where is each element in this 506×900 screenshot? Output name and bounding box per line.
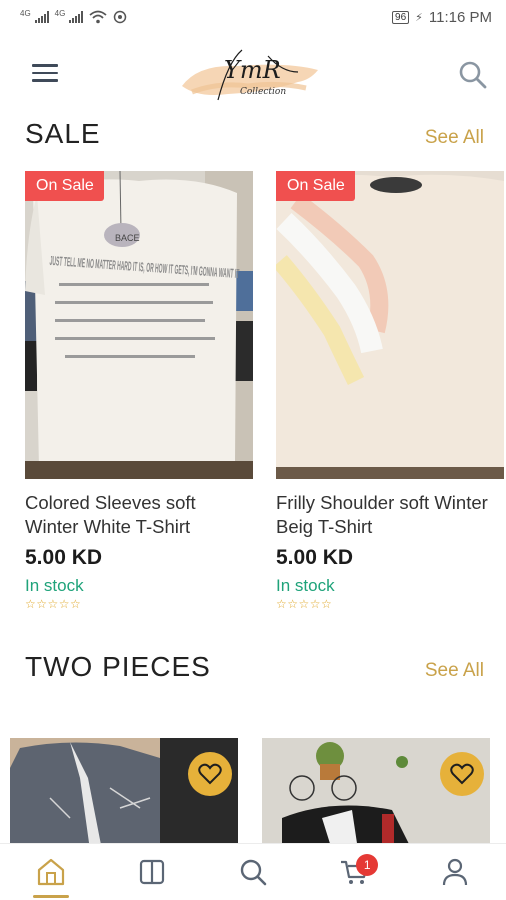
home-icon <box>37 858 64 886</box>
product-card[interactable] <box>10 738 238 850</box>
two-pieces-see-all-link[interactable]: See All <box>425 660 484 682</box>
profile-icon <box>443 858 468 886</box>
rating-stars: ☆☆☆☆☆ <box>276 597 333 611</box>
app-bar: YmR Collection <box>0 34 506 114</box>
product-card[interactable]: On Sale Frilly Shoulder soft Winter Beig… <box>276 171 504 611</box>
on-sale-badge: On Sale <box>25 171 104 201</box>
battery-icon: 96 <box>392 10 410 24</box>
product-price: 5.00 KD <box>276 546 354 569</box>
search-icon[interactable] <box>458 60 488 90</box>
product-card[interactable]: BACE JUST TELL ME NO MATTER HARD IT IS, … <box>25 171 253 611</box>
product-image[interactable]: BACE JUST TELL ME NO MATTER HARD IT IS, … <box>25 171 253 479</box>
hang-tag-text: BACE <box>115 233 140 243</box>
network-type-1: 4G <box>20 9 31 18</box>
signal-icon <box>69 11 84 23</box>
nav-profile[interactable] <box>405 844 506 900</box>
status-right: 96 ⚡ 11:16 PM <box>392 9 492 26</box>
hotspot-icon <box>114 10 127 24</box>
product-price: 5.00 KD <box>25 546 103 569</box>
product-name[interactable]: Frilly Shoulder soft Winter Beig T-Shirt <box>276 491 504 539</box>
bottom-navigation: 1 <box>0 843 506 900</box>
nav-cart[interactable]: 1 <box>304 844 405 900</box>
wifi-icon <box>89 10 107 24</box>
charging-icon: ⚡ <box>415 11 423 24</box>
product-image[interactable]: On Sale <box>276 171 504 479</box>
catalog-icon <box>139 859 164 885</box>
product-card[interactable] <box>262 738 490 850</box>
stock-status: In stock <box>276 576 335 595</box>
product-name[interactable]: Colored Sleeves soft Winter White T-Shir… <box>25 491 253 539</box>
network-type-2: 4G <box>54 9 66 18</box>
favorite-heart-icon[interactable] <box>188 752 232 796</box>
nav-active-indicator <box>32 895 69 898</box>
status-time: 11:16 PM <box>428 8 492 26</box>
nav-search[interactable] <box>202 844 303 900</box>
on-sale-badge: On Sale <box>276 171 355 201</box>
stock-status: In stock <box>25 576 84 595</box>
sale-see-all-link[interactable]: See All <box>425 127 484 149</box>
nav-home[interactable] <box>0 844 101 900</box>
favorite-heart-icon[interactable] <box>440 752 484 796</box>
nav-catalog[interactable] <box>101 844 202 900</box>
sale-section-title: SALE <box>25 118 101 149</box>
signal-icon <box>34 11 49 23</box>
two-pieces-section-title: TWO PIECES <box>25 651 211 682</box>
search-icon <box>240 859 267 886</box>
cart-count-badge: 1 <box>356 854 379 876</box>
brand-logo[interactable]: YmR Collection <box>178 42 326 106</box>
status-bar: 4G 4G 96 ⚡ 11:16 PM <box>0 0 506 34</box>
status-left: 4G 4G <box>20 10 127 24</box>
hamburger-menu-icon[interactable] <box>32 64 60 86</box>
rating-stars: ☆☆☆☆☆ <box>25 597 82 611</box>
logo-text-sub: Collection <box>240 87 286 97</box>
